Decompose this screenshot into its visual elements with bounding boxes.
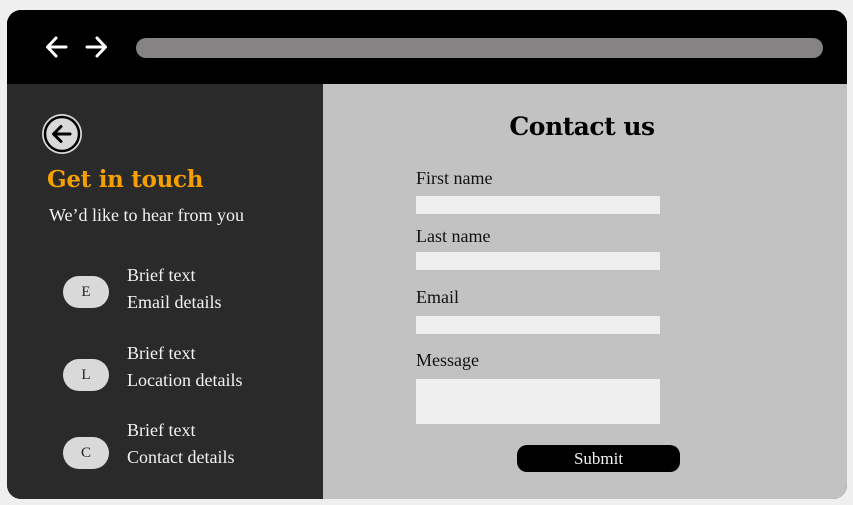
first-name-field[interactable] <box>416 196 660 214</box>
arrow-right-icon <box>85 36 107 58</box>
message-label: Message <box>416 350 479 370</box>
message-field[interactable] <box>416 379 660 424</box>
first-name-label: First name <box>416 168 493 188</box>
get-in-touch-heading: Get in touch <box>47 166 204 193</box>
sidebar-back-button[interactable] <box>42 114 82 154</box>
last-name-label: Last name <box>416 226 491 246</box>
location-details-text: Location details <box>127 370 243 390</box>
sidebar-subtitle: We’d like to hear from you <box>49 205 244 225</box>
email-details-text: Email details <box>127 292 222 312</box>
back-button[interactable] <box>42 32 72 62</box>
email-brief-text: Brief text <box>127 265 196 285</box>
location-badge: L <box>63 359 109 391</box>
forward-button[interactable] <box>81 32 111 62</box>
contact-sidebar: Get in touch We’d like to hear from you … <box>7 84 323 499</box>
email-field[interactable] <box>416 316 660 334</box>
location-brief-text: Brief text <box>127 343 196 363</box>
contact-details-text: Contact details <box>127 447 235 467</box>
email-badge: E <box>63 276 109 308</box>
contact-badge: C <box>63 437 109 469</box>
arrow-left-icon <box>46 36 68 58</box>
email-label: Email <box>416 287 459 307</box>
address-bar[interactable] <box>136 38 823 58</box>
browser-titlebar <box>7 10 847 84</box>
last-name-field[interactable] <box>416 252 660 270</box>
circle-arrow-left-icon <box>43 115 81 153</box>
browser-window: Get in touch We’d like to hear from you … <box>7 10 847 499</box>
contact-brief-text: Brief text <box>127 420 196 440</box>
form-title: Contact us <box>509 112 655 141</box>
submit-button[interactable]: Submit <box>517 445 680 472</box>
contact-form: Contact us First name Last name Email Me… <box>323 84 847 499</box>
